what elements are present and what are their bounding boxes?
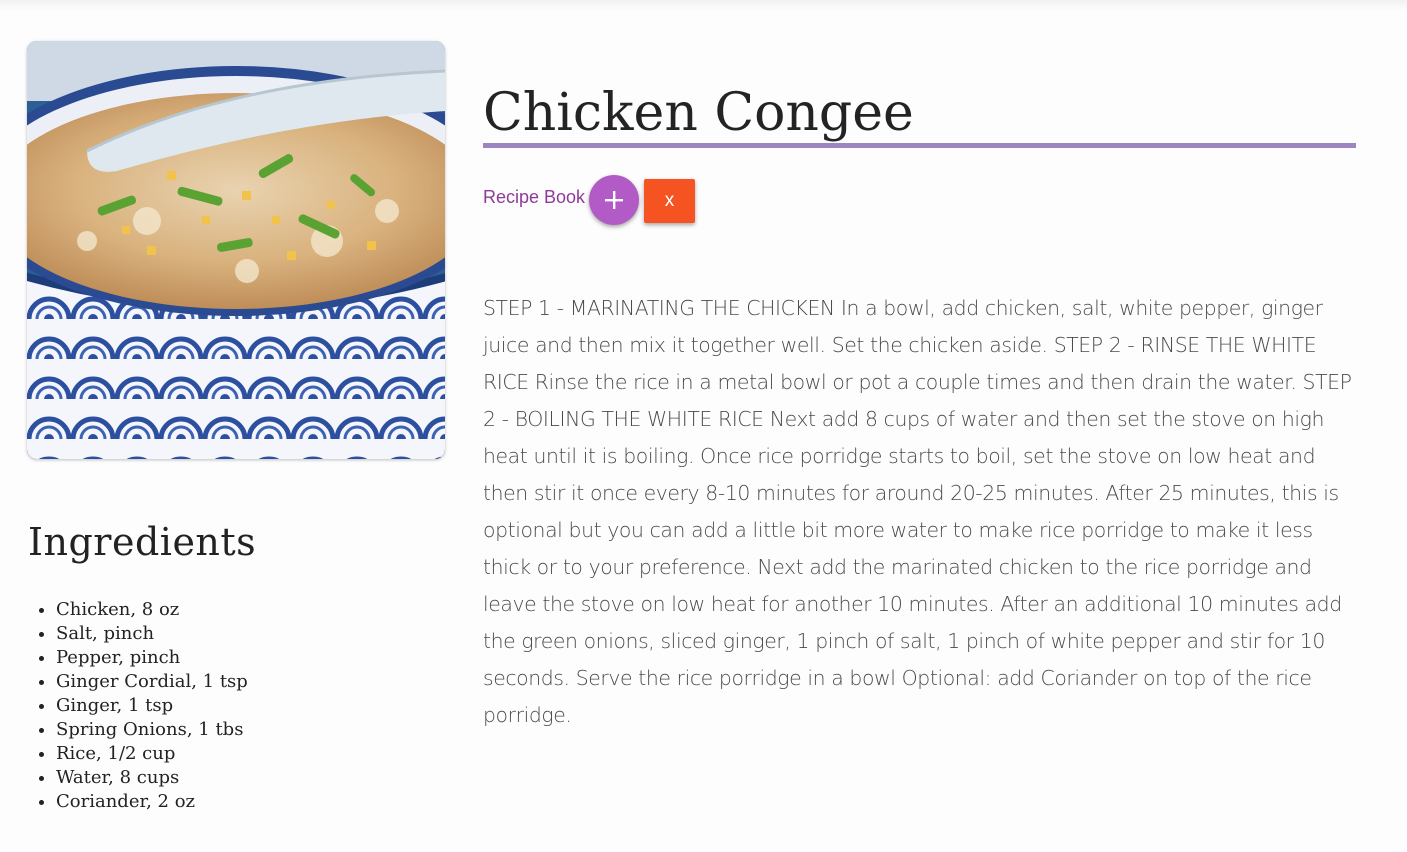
recipe-book-link[interactable]: Recipe Book — [483, 187, 585, 208]
recipe-photo — [27, 41, 445, 459]
add-to-book-button[interactable] — [589, 175, 639, 225]
title-underline — [483, 143, 1356, 148]
ingredient-item: Salt, pinch — [56, 622, 248, 646]
ingredients-list: Chicken, 8 oz Salt, pinch Pepper, pinch … — [28, 598, 248, 814]
ingredient-item: Ginger, 1 tsp — [56, 694, 248, 718]
recipe-page: Ingredients Chicken, 8 oz Salt, pinch Pe… — [0, 0, 1407, 852]
ingredients-heading: Ingredients — [28, 520, 257, 564]
ingredient-item: Spring Onions, 1 tbs — [56, 718, 248, 742]
ingredient-item: Pepper, pinch — [56, 646, 248, 670]
top-shadow — [0, 0, 1407, 10]
ingredient-item: Chicken, 8 oz — [56, 598, 248, 622]
ingredient-item: Ginger Cordial, 1 tsp — [56, 670, 248, 694]
plus-icon — [605, 191, 623, 209]
recipe-title: Chicken Congee — [483, 83, 914, 143]
recipe-instructions: STEP 1 - MARINATING THE CHICKEN In a bow… — [483, 296, 1352, 727]
ingredient-item: Rice, 1/2 cup — [56, 742, 248, 766]
remove-button[interactable]: x — [644, 179, 695, 223]
ingredient-item: Coriander, 2 oz — [56, 790, 248, 814]
ingredient-item: Water, 8 cups — [56, 766, 248, 790]
